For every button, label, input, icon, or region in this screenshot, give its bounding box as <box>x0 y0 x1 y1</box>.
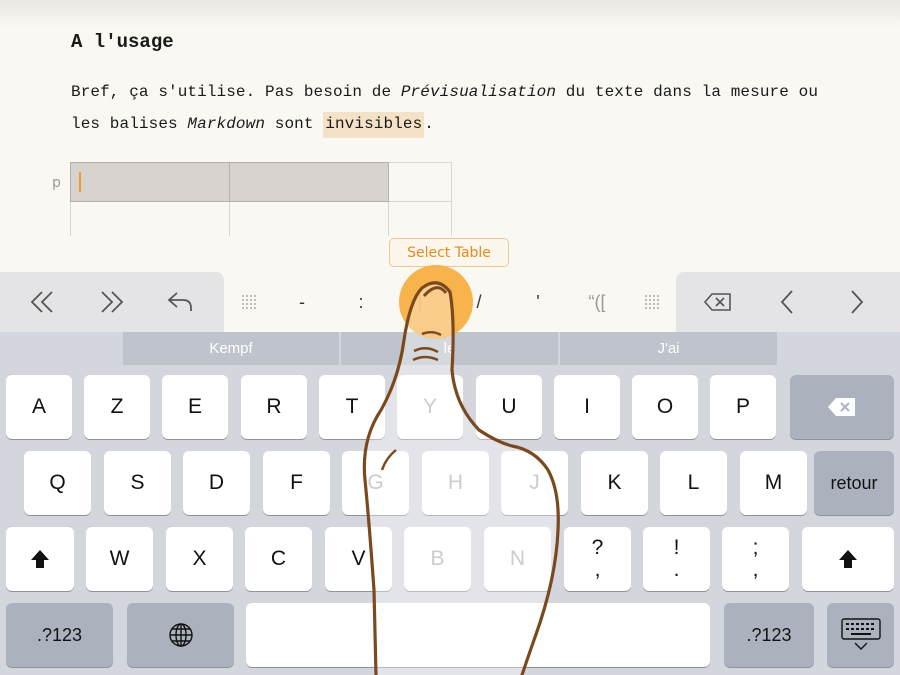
toolbar-key-slash[interactable]: / <box>459 272 499 332</box>
markdown-table[interactable] <box>70 162 452 236</box>
key-u[interactable]: U <box>476 375 542 439</box>
backspace-icon <box>828 398 855 416</box>
paragraph-line-2: les balises Markdown sont invisibles. <box>71 112 434 138</box>
key-exclaim-period[interactable]: !. <box>643 527 710 591</box>
undo-arrow-icon <box>167 292 192 311</box>
globe-key[interactable] <box>127 603 234 667</box>
toolbar-right-group <box>676 272 900 332</box>
space-key[interactable] <box>246 603 710 667</box>
grid-dots-left-icon[interactable] <box>229 272 269 332</box>
text-caret <box>79 172 81 192</box>
cursor-left-button[interactable] <box>758 272 818 332</box>
key-m[interactable]: M <box>740 451 807 515</box>
shift-icon <box>31 550 49 568</box>
keyboard: A Z E R T Y U I O P Q S D F G H J K L M … <box>0 367 900 675</box>
key-b[interactable]: B <box>404 527 471 591</box>
suggestion-bar: Kempf le J'ai <box>0 332 900 367</box>
chevron-left-icon <box>780 290 793 314</box>
toolbar-key-dash[interactable]: - <box>282 272 322 332</box>
cursor-right-button[interactable] <box>826 272 886 332</box>
paragraph-line-1: Bref, ça s'utilise. Pas besoin de Prévis… <box>71 83 819 101</box>
key-z[interactable]: Z <box>84 375 150 439</box>
delete-button[interactable] <box>688 272 748 332</box>
return-key[interactable]: retour <box>814 451 894 515</box>
numbers-key-left[interactable]: .?123 <box>6 603 113 667</box>
double-chevron-right-icon <box>101 291 124 313</box>
key-v[interactable]: V <box>325 527 392 591</box>
suggestion-1[interactable]: Kempf <box>123 332 339 365</box>
key-r[interactable]: R <box>241 375 307 439</box>
jump-back-button[interactable] <box>12 272 72 332</box>
key-i[interactable]: I <box>554 375 620 439</box>
key-l[interactable]: L <box>660 451 727 515</box>
key-q[interactable]: Q <box>24 451 91 515</box>
key-j[interactable]: J <box>501 451 568 515</box>
hide-keyboard-key[interactable] <box>827 603 894 667</box>
jump-forward-button[interactable] <box>82 272 142 332</box>
select-table-button[interactable]: Select Table <box>389 238 509 267</box>
key-a[interactable]: A <box>6 375 72 439</box>
suggestion-2[interactable]: le <box>341 332 558 365</box>
table-cell[interactable] <box>70 201 230 236</box>
key-h[interactable]: H <box>422 451 489 515</box>
accessory-toolbar: - : | / ' “([ <box>0 272 900 332</box>
heading: A l'usage <box>71 31 174 53</box>
globe-icon <box>168 623 193 647</box>
shift-left-key[interactable] <box>6 527 74 591</box>
key-d[interactable]: D <box>183 451 250 515</box>
key-question-comma[interactable]: ?, <box>564 527 631 591</box>
key-o[interactable]: O <box>632 375 698 439</box>
grid-dots-right-icon[interactable] <box>632 272 672 332</box>
key-x[interactable]: X <box>166 527 233 591</box>
key-g[interactable]: G <box>342 451 409 515</box>
backspace-key[interactable] <box>790 375 894 439</box>
key-semicolon-comma[interactable]: ;, <box>722 527 789 591</box>
key-w[interactable]: W <box>86 527 153 591</box>
key-e[interactable]: E <box>162 375 228 439</box>
table-cell[interactable] <box>229 201 389 236</box>
key-t[interactable]: T <box>319 375 385 439</box>
table-cell[interactable] <box>388 201 452 236</box>
toolbar-key-apostrophe[interactable]: ' <box>518 272 558 332</box>
table-cell[interactable] <box>388 162 452 202</box>
key-k[interactable]: K <box>581 451 648 515</box>
toolbar-key-pipe[interactable]: | <box>400 272 440 332</box>
key-y[interactable]: Y <box>397 375 463 439</box>
toolbar-left-group <box>0 272 224 332</box>
shift-right-key[interactable] <box>802 527 894 591</box>
keyboard-dismiss-icon <box>840 618 881 650</box>
undo-button[interactable] <box>150 272 210 332</box>
numbers-key-right[interactable]: .?123 <box>724 603 814 667</box>
table-cell[interactable] <box>70 162 230 202</box>
highlighted-word: invisibles <box>323 112 425 138</box>
key-n[interactable]: N <box>484 527 551 591</box>
key-s[interactable]: S <box>104 451 171 515</box>
toolbar-key-colon[interactable]: : <box>341 272 381 332</box>
key-c[interactable]: C <box>245 527 312 591</box>
paragraph-marker: p <box>52 175 61 191</box>
key-f[interactable]: F <box>263 451 330 515</box>
suggestion-3[interactable]: J'ai <box>560 332 777 365</box>
chevron-right-icon <box>851 290 864 314</box>
toolbar-key-quotes[interactable]: “([ <box>577 272 617 332</box>
table-cell[interactable] <box>229 162 389 202</box>
key-p[interactable]: P <box>710 375 776 439</box>
double-chevron-left-icon <box>30 291 53 313</box>
document-editor[interactable]: A l'usage Bref, ça s'utilise. Pas besoin… <box>0 0 900 272</box>
delete-backward-icon <box>703 293 731 311</box>
shift-icon <box>839 550 857 568</box>
